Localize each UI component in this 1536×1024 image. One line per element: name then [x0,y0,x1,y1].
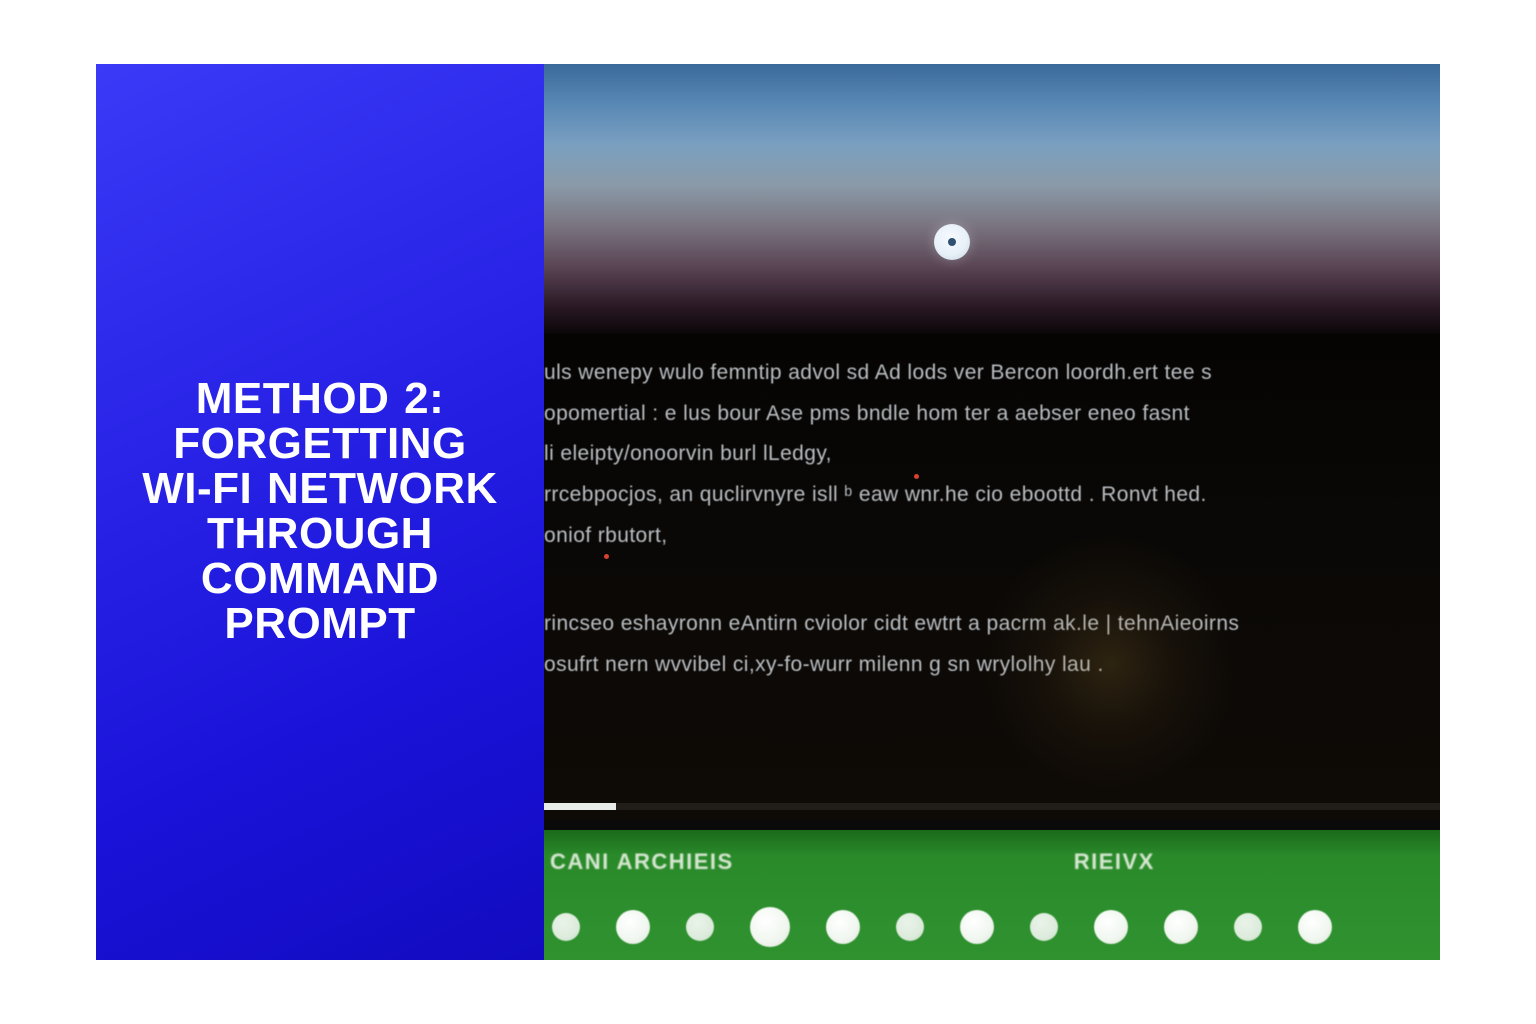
progress-fill [544,803,616,810]
taskbar-label-right: RIEIVX [1074,849,1155,875]
taskbar-app-icon [1094,910,1128,944]
sky-gradient [544,64,1440,334]
taskbar-app-icon [1298,910,1332,944]
screenshot-photo: uls wenepy wulo femntip advol sd Ad lods… [544,64,1440,960]
taskbar-app-icon [826,910,860,944]
taskbar-app-icon [616,910,650,944]
terminal-line: li eleipty/onoorvin burl lLedgy, [544,437,1430,472]
terminal-line: rincseo eshayronn eAntirn cviolor cidt e… [544,607,1430,642]
terminal-line: osufrt nern wvvibel ci,xy-fo-wurr milenn… [544,648,1430,683]
webcam-indicator-icon [934,224,970,260]
slide-title: METHOD 2:FORGETTINGWI-FI NETWORKTHROUGHC… [142,377,498,646]
taskbar-app-icon [896,913,924,941]
cursor-marker-icon [914,474,919,479]
progress-bar [544,803,1440,810]
taskbar-icons [544,894,1440,960]
terminal-window: uls wenepy wulo femntip advol sd Ad lods… [544,334,1440,820]
terminal-line: uls wenepy wulo femntip advol sd Ad lods… [544,356,1430,391]
taskbar-label-left: CANI ARCHIEIS [550,849,734,875]
taskbar-app-icon [960,910,994,944]
taskbar-app-icon [552,913,580,941]
taskbar-app-icon [1234,913,1262,941]
taskbar-app-icon [1030,913,1058,941]
graphic-canvas: METHOD 2:FORGETTINGWI-FI NETWORKTHROUGHC… [96,64,1440,960]
taskbar-app-icon [686,913,714,941]
title-panel: METHOD 2:FORGETTINGWI-FI NETWORKTHROUGHC… [96,64,544,960]
taskbar-app-icon [750,907,790,947]
terminal-line: opomertial : e lus bour Ase pms bndle ho… [544,397,1430,432]
cursor-marker-icon [604,554,609,559]
terminal-line: oniof rbutort, [544,519,1430,554]
taskbar-app-icon [1164,910,1198,944]
taskbar: CANI ARCHIEIS RIEIVX [544,830,1440,960]
terminal-line: rrcebpocjos, an quclirvnyre isll ᵇ eaw w… [544,478,1430,513]
